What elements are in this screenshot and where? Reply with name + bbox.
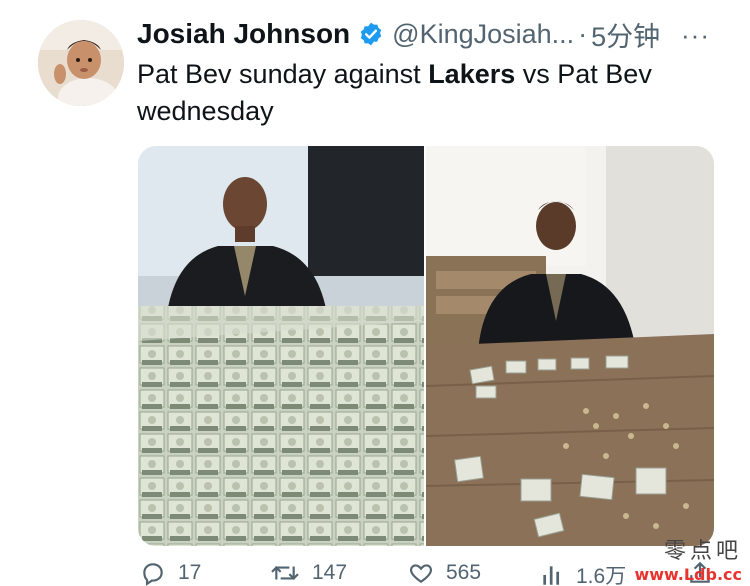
- tweet-media[interactable]: [138, 146, 714, 546]
- tweet-header: Josiah Johnson @KingJosiah... · 5分钟: [137, 14, 737, 54]
- retweet-icon: [271, 566, 299, 580]
- verified-badge-icon: [358, 21, 384, 47]
- reply-count: 17: [178, 561, 202, 584]
- media-image-right[interactable]: [424, 146, 714, 546]
- tweet-timestamp[interactable]: 5分钟: [591, 15, 660, 54]
- reply-button[interactable]: 17: [138, 560, 201, 586]
- share-button[interactable]: [686, 560, 724, 586]
- like-button[interactable]: 565: [406, 560, 481, 586]
- share-icon: [690, 561, 710, 583]
- like-count: 565: [446, 561, 482, 584]
- avatar[interactable]: [38, 20, 124, 106]
- tweet-text-part1: Pat Bev sunday against: [137, 59, 429, 89]
- author-display-name[interactable]: Josiah Johnson: [137, 18, 350, 50]
- reply-icon: [143, 563, 163, 586]
- views-button[interactable]: 1.6万: [538, 560, 626, 586]
- views-chart-icon: [543, 566, 560, 585]
- tweet-action-bar: 17 147 565 1.6万: [138, 560, 728, 586]
- few-bills-photo: [426, 146, 714, 546]
- views-count: 1.6万: [576, 565, 627, 586]
- header-separator: ·: [578, 18, 588, 49]
- baby-avatar-icon: [38, 20, 124, 106]
- retweet-count: 147: [312, 561, 348, 584]
- more-options-button[interactable]: ···: [681, 20, 710, 51]
- author-handle[interactable]: @KingJosiah...: [392, 19, 574, 50]
- media-image-left[interactable]: [138, 146, 424, 546]
- heart-icon: [410, 564, 432, 583]
- tweet-text-bold: Lakers: [428, 59, 516, 89]
- retweet-button[interactable]: 147: [268, 560, 347, 586]
- cash-stacks-photo: [138, 146, 424, 546]
- tweet-card: Josiah Johnson @KingJosiah... · 5分钟 ··· …: [0, 0, 750, 586]
- tweet-text: Pat Bev sunday against Lakers vs Pat Bev…: [137, 56, 717, 130]
